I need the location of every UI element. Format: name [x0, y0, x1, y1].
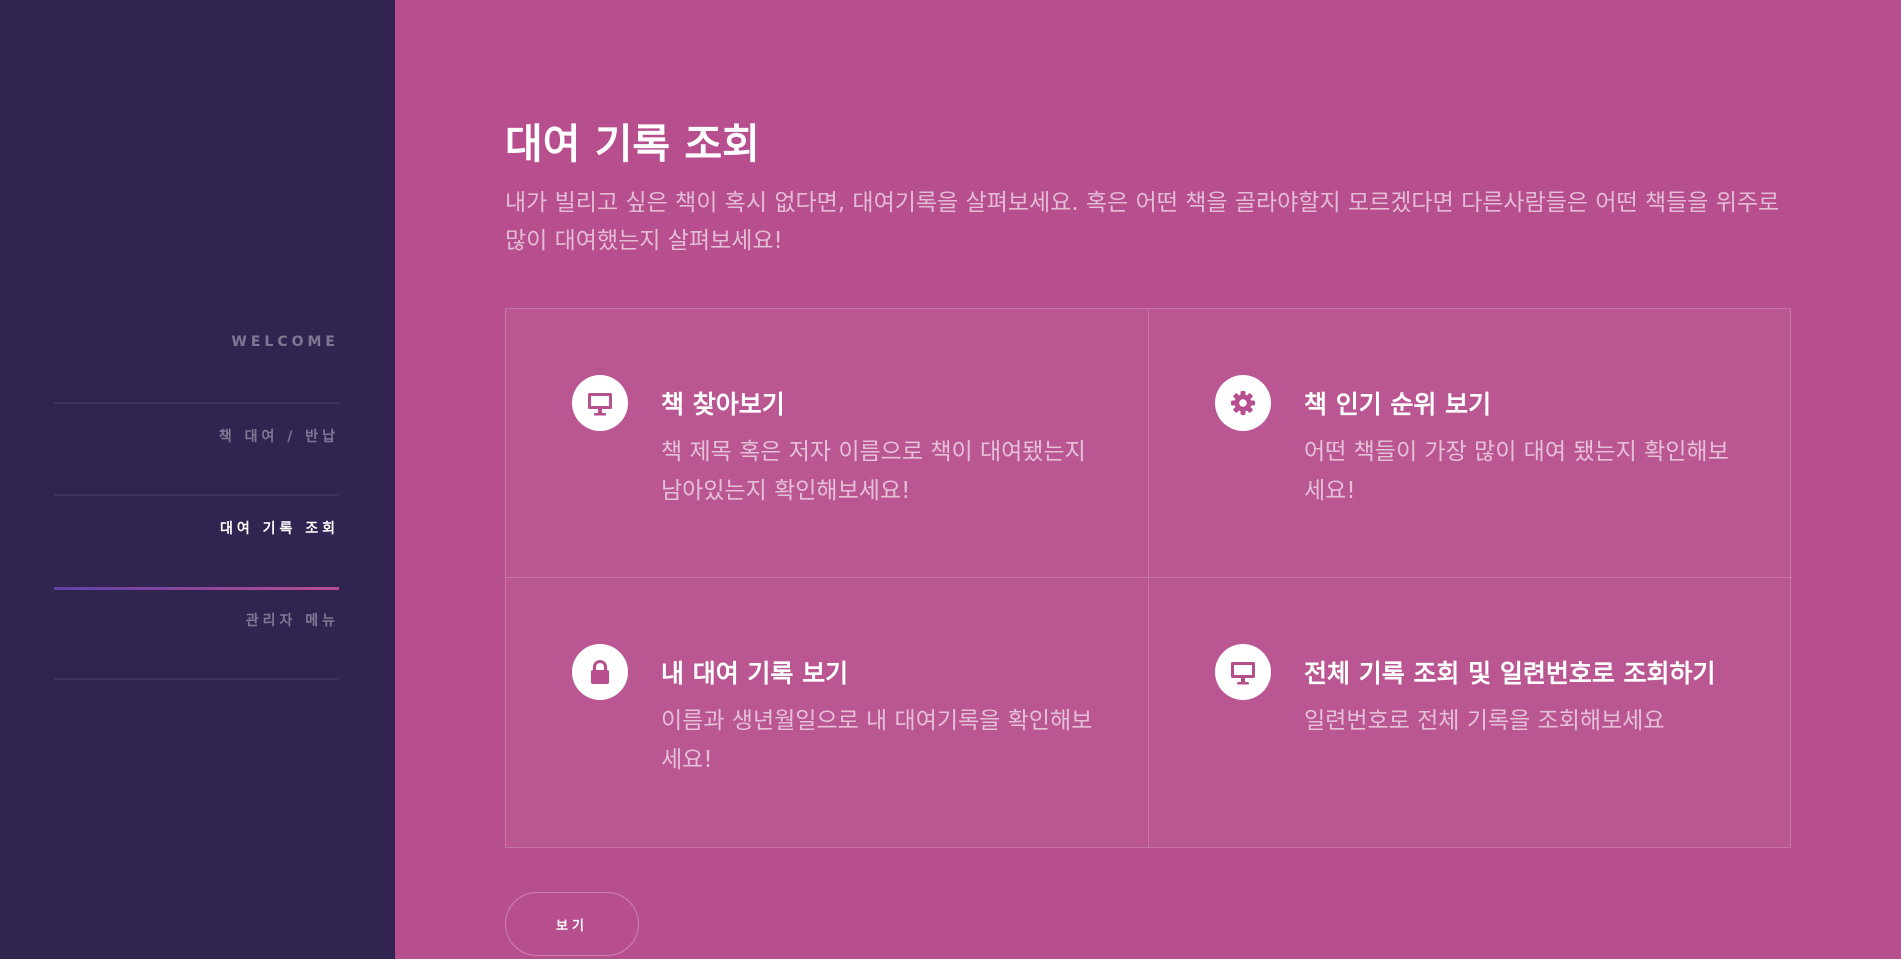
feature-description: 일련번호로 전체 기록을 조회해보세요 — [1304, 708, 1665, 734]
page-title: 대여 기록 조회 — [505, 120, 760, 168]
desktop-icon — [1215, 644, 1271, 700]
sidebar-item-label[interactable]: WELCOME — [231, 334, 339, 350]
main-content: 대여 기록 조회 내가 빌리고 싶은 책이 혹시 없다면, 대여기록을 살펴보세… — [395, 0, 1901, 959]
sidebar-item-welcome[interactable]: WELCOME — [54, 312, 339, 404]
sidebar-item-label[interactable]: 대여 기록 조회 — [220, 518, 339, 538]
feature-description: 책 제목 혹은 저자 이름으로 책이 대여됐는지 남아있는지 확인해보세요! — [661, 439, 1086, 504]
feature-description: 어떤 책들이 가장 많이 대여 됐는지 확인해보세요! — [1304, 439, 1729, 504]
feature-book-search: 책 찾아보기 책 제목 혹은 저자 이름으로 책이 대여됐는지 남아있는지 확인… — [506, 309, 1149, 578]
feature-title: 전체 기록 조회 및 일련번호로 조회하기 — [1304, 659, 1716, 688]
desktop-icon — [572, 375, 628, 431]
sidebar-item-label[interactable]: 책 대여 / 반납 — [219, 426, 339, 446]
sidebar-item-label[interactable]: 관리자 메뉴 — [246, 610, 339, 630]
gear-icon — [1215, 375, 1271, 431]
feature-popular-ranking: 책 인기 순위 보기 어떤 책들이 가장 많이 대여 됐는지 확인해보세요! — [1149, 309, 1792, 578]
feature-title: 책 인기 순위 보기 — [1304, 390, 1492, 419]
lock-icon — [572, 644, 628, 700]
feature-all-records: 전체 기록 조회 및 일련번호로 조회하기 일련번호로 전체 기록을 조회해보세… — [1149, 578, 1792, 847]
feature-description: 이름과 생년월일으로 내 대여기록을 확인해보세요! — [661, 708, 1093, 773]
page-intro: 내가 빌리고 싶은 책이 혹시 없다면, 대여기록을 살펴보세요. 혹은 어떤 … — [505, 190, 1780, 254]
feature-title: 책 찾아보기 — [661, 390, 785, 419]
view-button[interactable]: 보기 — [505, 892, 639, 956]
sidebar-item-admin-menu[interactable]: 관리자 메뉴 — [54, 588, 339, 680]
sidebar-nav: WELCOME 책 대여 / 반납 대여 기록 조회 관리자 메뉴 — [54, 312, 339, 680]
feature-title: 내 대여 기록 보기 — [661, 659, 849, 688]
sidebar-item-book-rental[interactable]: 책 대여 / 반납 — [54, 404, 339, 496]
sidebar: WELCOME 책 대여 / 반납 대여 기록 조회 관리자 메뉴 — [0, 0, 395, 959]
feature-my-rental-history: 내 대여 기록 보기 이름과 생년월일으로 내 대여기록을 확인해보세요! — [506, 578, 1149, 847]
sidebar-item-rental-history[interactable]: 대여 기록 조회 — [54, 496, 339, 590]
feature-grid: 책 찾아보기 책 제목 혹은 저자 이름으로 책이 대여됐는지 남아있는지 확인… — [505, 308, 1792, 848]
